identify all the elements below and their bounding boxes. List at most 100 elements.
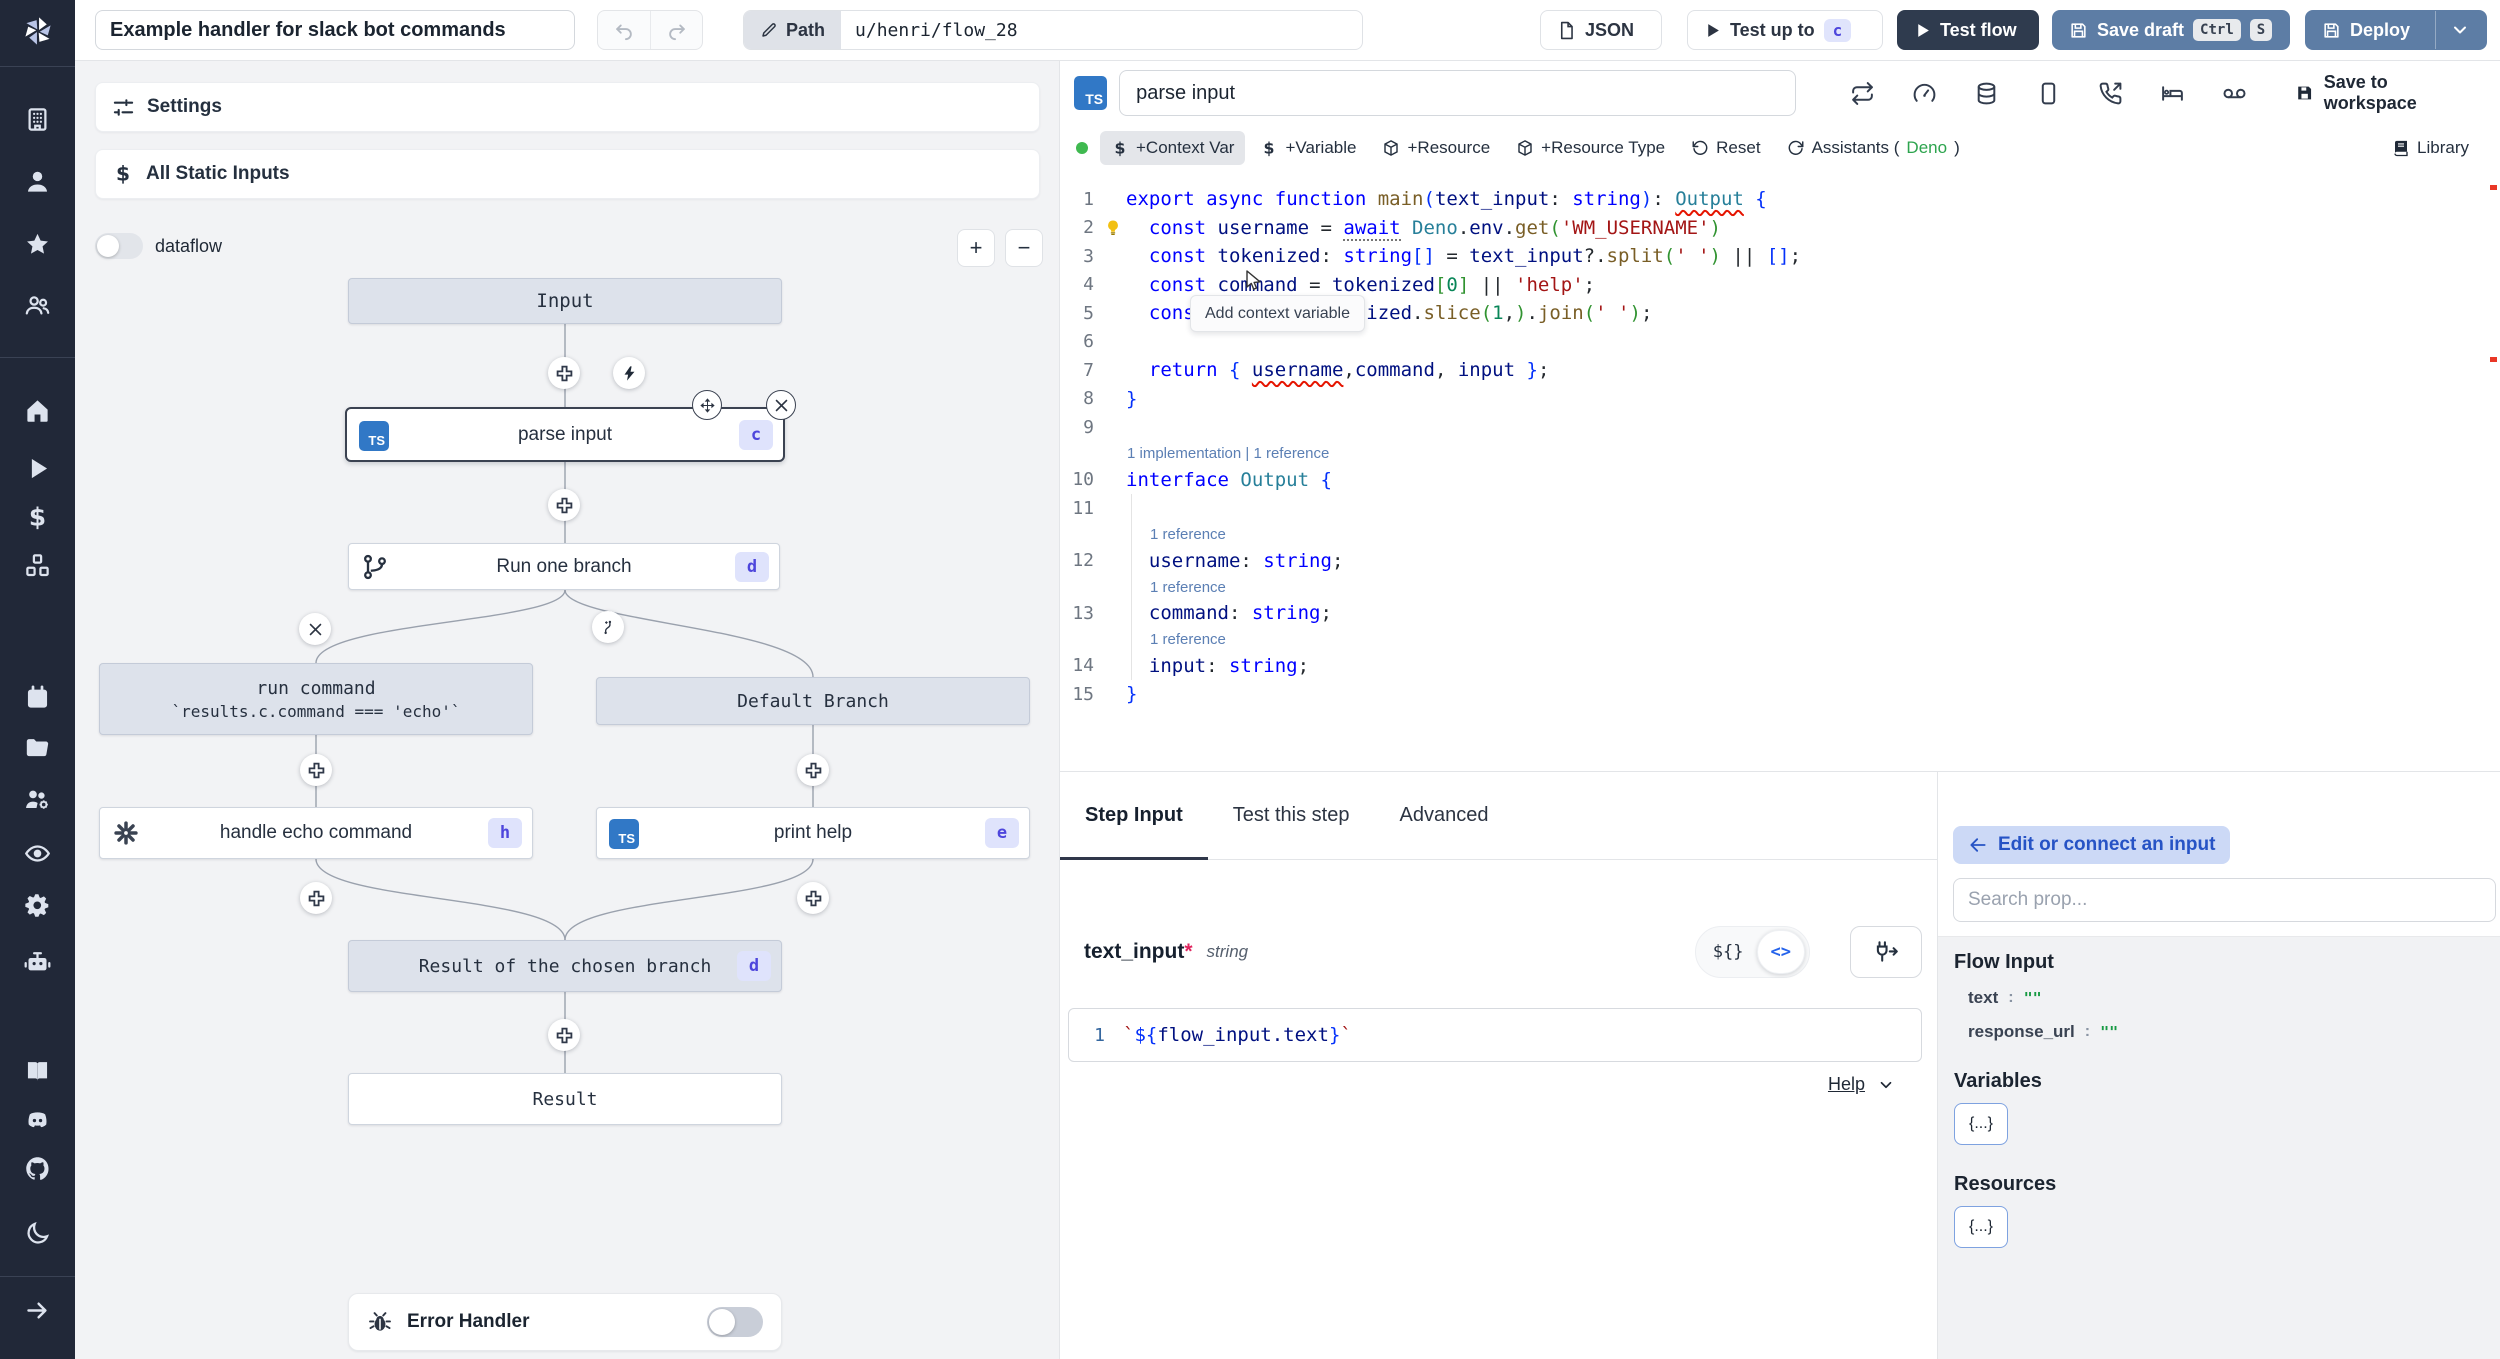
help-link[interactable]: Help: [1828, 1074, 1865, 1095]
tab-test-this-step[interactable]: Test this step: [1208, 772, 1375, 859]
code-line[interactable]: 9: [1060, 413, 2500, 442]
add-step-button[interactable]: [797, 882, 829, 914]
play-icon[interactable]: [24, 455, 51, 482]
undo-button[interactable]: [598, 11, 650, 49]
codelens-row[interactable]: 1 reference: [1060, 627, 2500, 652]
code-line[interactable]: 1 export async function main(text_input: …: [1060, 185, 2500, 214]
boxes-icon[interactable]: [24, 552, 51, 579]
prop-row-response_url[interactable]: response_url: "": [1954, 1022, 2484, 1042]
template-mode-option[interactable]: ${}: [1700, 942, 1757, 962]
add-step-button[interactable]: [300, 754, 332, 786]
add-step-button[interactable]: [548, 489, 580, 521]
delete-step-button[interactable]: [766, 390, 796, 420]
error-handler-toggle[interactable]: [707, 1307, 763, 1337]
code-editor[interactable]: 1 export async function main(text_input: …: [1060, 171, 2500, 775]
code-line[interactable]: 13 command: string;: [1060, 599, 2500, 628]
deploy-button[interactable]: Deploy: [2306, 11, 2426, 49]
node-branch-result[interactable]: Result of the chosen branch d: [348, 940, 782, 992]
code-line[interactable]: 15}: [1060, 680, 2500, 709]
reset-button[interactable]: Reset: [1680, 131, 1771, 165]
code-line[interactable]: 14 input: string;: [1060, 651, 2500, 681]
chevron-down-icon[interactable]: [1877, 1076, 1895, 1094]
calendar-icon[interactable]: [24, 684, 51, 711]
lightbulb-icon[interactable]: [1104, 219, 1122, 237]
dollar-icon[interactable]: $: [24, 504, 51, 531]
connect-input-button[interactable]: [1850, 926, 1922, 978]
code-line[interactable]: 12 username: string;: [1060, 546, 2500, 576]
search-prop-input[interactable]: [1953, 878, 2496, 922]
node-parse-input[interactable]: TS parse input c: [345, 407, 785, 462]
phone-incoming-icon[interactable]: [2098, 81, 2123, 106]
add-step-button[interactable]: [300, 882, 332, 914]
smartphone-icon[interactable]: [2036, 81, 2061, 106]
github-icon[interactable]: [24, 1155, 51, 1182]
windmill-logo[interactable]: [17, 10, 59, 52]
add-variable-button[interactable]: $ +Variable: [1249, 131, 1367, 165]
move-step-button[interactable]: [692, 390, 722, 420]
moon-icon[interactable]: [24, 1220, 51, 1247]
node-handle-echo-command[interactable]: handle echo command h: [99, 807, 533, 859]
robot-icon[interactable]: [24, 949, 51, 976]
discord-icon[interactable]: [24, 1107, 51, 1134]
redo-button[interactable]: [650, 11, 702, 49]
users-gear-icon[interactable]: [24, 786, 51, 813]
code-line[interactable]: 11: [1060, 494, 2500, 523]
gear-icon[interactable]: [24, 892, 51, 919]
eye-icon[interactable]: [24, 840, 51, 867]
node-result[interactable]: Result: [348, 1073, 782, 1125]
trigger-bolt-button[interactable]: [613, 357, 645, 389]
add-step-button[interactable]: [797, 754, 829, 786]
edit-or-connect-button[interactable]: Edit or connect an input: [1953, 826, 2231, 864]
bed-icon[interactable]: [2160, 81, 2185, 106]
variables-expand-button[interactable]: {...}: [1954, 1103, 2008, 1145]
test-flow-button[interactable]: Test flow: [1897, 10, 2039, 50]
code-mode-option[interactable]: <>: [1756, 930, 1805, 974]
test-up-to-button[interactable]: Test up to c: [1687, 10, 1883, 50]
database-icon[interactable]: [1974, 81, 1999, 106]
add-step-button[interactable]: [548, 1019, 580, 1051]
book-icon[interactable]: [24, 1057, 51, 1084]
node-input[interactable]: Input: [348, 278, 782, 324]
add-step-button[interactable]: [548, 357, 580, 389]
flow-title-input[interactable]: Example handler for slack bot commands: [95, 10, 575, 50]
prop-row-text[interactable]: text: "": [1954, 988, 2484, 1008]
building-icon[interactable]: [24, 106, 51, 133]
library-button[interactable]: Library: [2381, 131, 2480, 165]
user-icon[interactable]: [24, 168, 51, 195]
save-draft-button[interactable]: Save draft Ctrl S: [2052, 10, 2290, 50]
users-icon[interactable]: [24, 292, 51, 319]
deploy-dropdown-button[interactable]: [2435, 11, 2483, 49]
arrow-right-icon[interactable]: [24, 1297, 51, 1324]
code-line[interactable]: 8}: [1060, 385, 2500, 414]
assistants-button[interactable]: Assistants (Deno): [1776, 131, 1971, 165]
voicemail-icon[interactable]: [2222, 81, 2247, 106]
resources-expand-button[interactable]: {...}: [1954, 1206, 2008, 1248]
code-line[interactable]: 7 return { username,command, input };: [1060, 356, 2500, 385]
remove-branch-button[interactable]: [299, 613, 331, 645]
node-default-branch[interactable]: Default Branch: [596, 677, 1030, 725]
node-print-help[interactable]: TS print help e: [596, 807, 1030, 859]
gauge-icon[interactable]: [1912, 81, 1937, 106]
code-line[interactable]: 3 const tokenized: string[] = text_input…: [1060, 242, 2500, 271]
node-branch-run-command[interactable]: run command `results.c.command === 'echo…: [99, 663, 533, 735]
add-resource-button[interactable]: +Resource: [1371, 131, 1501, 165]
code-line[interactable]: 2 const username = await Deno.env.get('W…: [1060, 214, 2500, 243]
tab-advanced[interactable]: Advanced: [1374, 772, 1513, 859]
codelens-row[interactable]: 1 reference: [1060, 522, 2500, 547]
save-to-workspace-button[interactable]: Save to workspace: [2295, 72, 2480, 114]
code-line[interactable]: 10 interface Output {: [1060, 466, 2500, 495]
add-branch-button[interactable]: [592, 611, 624, 643]
json-button[interactable]: JSON: [1540, 10, 1662, 50]
tab-step-input[interactable]: Step Input: [1060, 772, 1208, 860]
home-icon[interactable]: [24, 397, 51, 424]
folder-icon[interactable]: [24, 734, 51, 761]
codelens-row[interactable]: 1 implementation | 1 reference: [1060, 442, 2500, 466]
star-icon[interactable]: [24, 231, 51, 258]
step-name-input[interactable]: parse input: [1119, 70, 1797, 116]
field-expression-editor[interactable]: 1 `${flow_input.text}`: [1068, 1008, 1922, 1062]
add-context-var-button[interactable]: $ +Context Var: [1100, 131, 1246, 165]
node-run-one-branch[interactable]: Run one branch d: [348, 543, 780, 590]
repeat-icon[interactable]: [1850, 81, 1875, 106]
path-group[interactable]: Path u/henri/flow_28: [743, 10, 1363, 50]
codelens-row[interactable]: 1 reference: [1060, 575, 2500, 599]
